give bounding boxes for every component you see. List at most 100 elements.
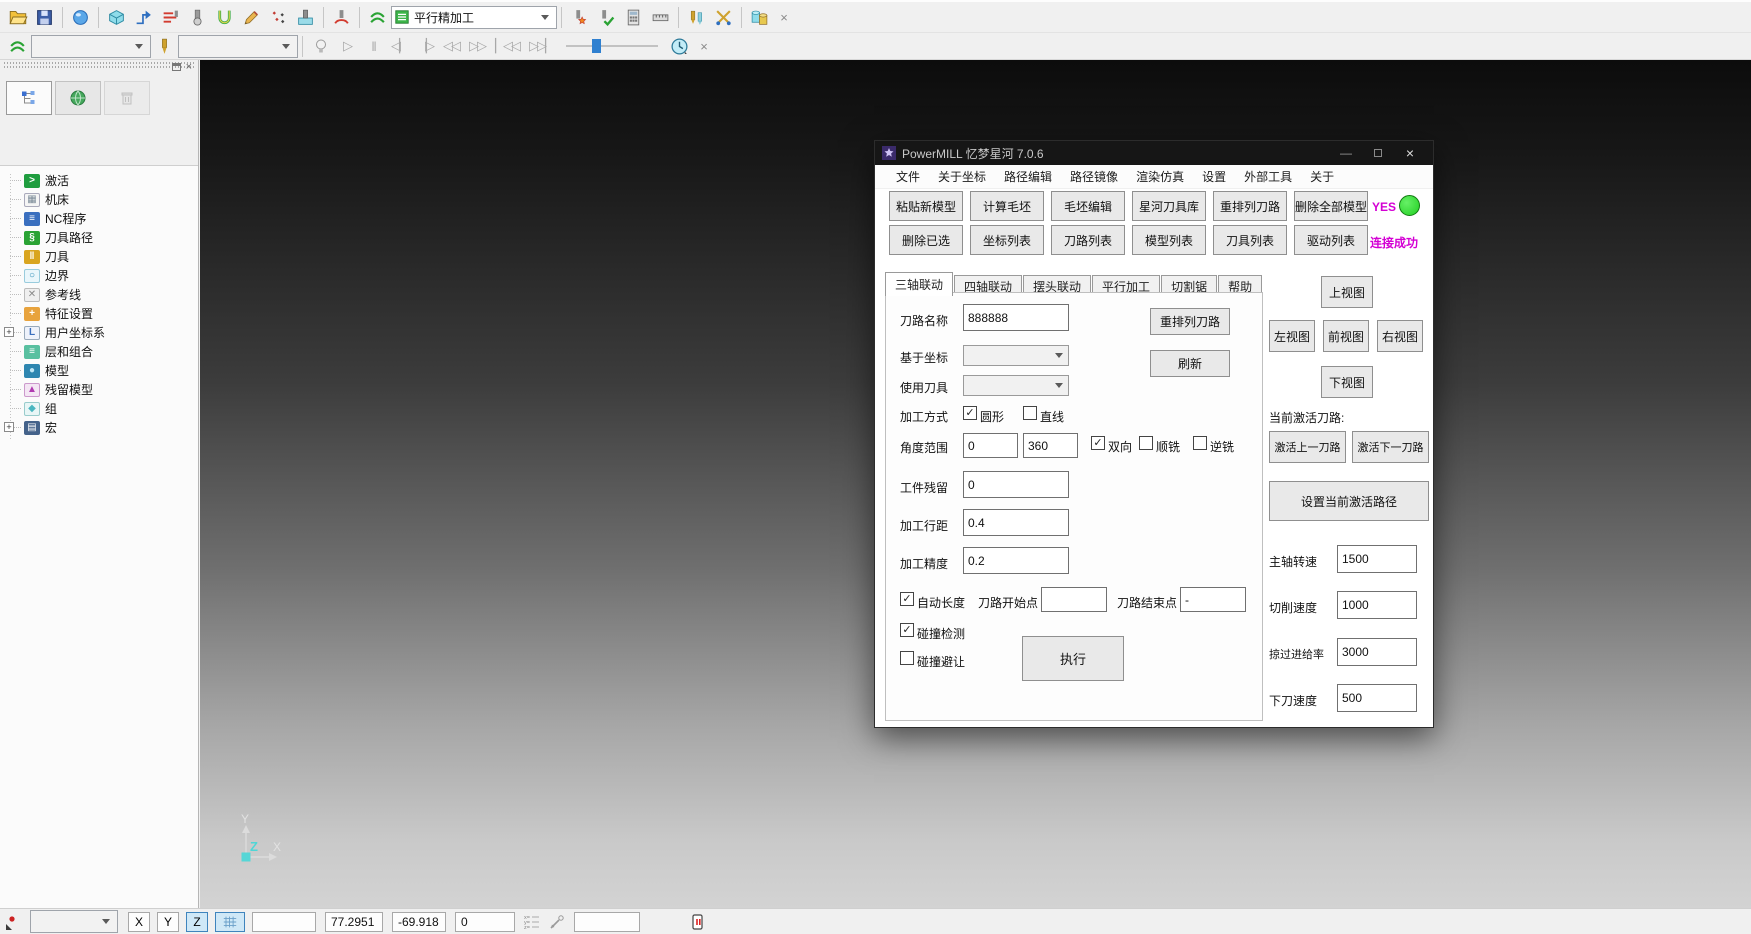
expand-toggle[interactable]: + xyxy=(4,422,14,432)
tool-combobox[interactable] xyxy=(178,35,298,58)
rewind-icon[interactable]: ◁◁ xyxy=(438,38,464,54)
use-tool-combobox[interactable] xyxy=(963,375,1069,396)
delete-all-models-button[interactable]: 删除全部模型 xyxy=(1294,191,1368,221)
stock-remain-input[interactable] xyxy=(963,471,1069,498)
tree-item-groups[interactable]: ◆组 xyxy=(0,399,198,418)
probe-pointer-icon[interactable] xyxy=(548,913,566,931)
go-to-start-icon[interactable]: ▏◁◁ xyxy=(490,38,524,54)
right-view-button[interactable]: 右视图 xyxy=(1377,320,1423,352)
workplane-combobox[interactable] xyxy=(30,910,118,933)
open-project-icon[interactable] xyxy=(4,5,31,30)
tab-explorer-globe[interactable] xyxy=(55,81,101,115)
tolerance-input[interactable] xyxy=(963,547,1069,574)
expand-toggle[interactable]: + xyxy=(4,327,14,337)
menu-render-sim[interactable]: 渲染仿真 xyxy=(1127,168,1193,185)
close-sim-toolbar-icon[interactable]: × xyxy=(693,39,715,54)
spindle-speed-input[interactable] xyxy=(1337,545,1417,573)
coord-list-button[interactable]: 坐标列表 xyxy=(970,225,1044,255)
stock-models-icon[interactable] xyxy=(746,5,773,30)
stepover-input[interactable] xyxy=(963,509,1069,536)
based-coord-combobox[interactable] xyxy=(963,345,1069,366)
bidirectional-checkbox[interactable]: ✓ xyxy=(1091,436,1105,450)
skim-feed-input[interactable] xyxy=(1337,638,1417,666)
strategy-combobox[interactable]: 平行精加工 xyxy=(391,6,557,29)
u-slot-icon[interactable] xyxy=(211,5,238,30)
tree-item-feature-sets[interactable]: +特征设置 xyxy=(0,304,198,323)
coordinate-x-field[interactable]: 77.2951 xyxy=(325,912,383,932)
cutting-feed-input[interactable] xyxy=(1337,591,1417,619)
dialog-title-bar[interactable]: PowerMILL 忆梦星河 7.0.6 — × xyxy=(875,141,1433,165)
play-icon[interactable]: ▷ xyxy=(334,38,360,54)
pause-device-icon[interactable] xyxy=(689,913,707,931)
tree-item-tools[interactable]: ‖刀具 xyxy=(0,247,198,266)
auto-length-checkbox[interactable]: ✓ xyxy=(900,592,914,606)
toolpath-name-input[interactable] xyxy=(963,304,1069,331)
minimize-button[interactable]: — xyxy=(1330,142,1362,164)
tool-list-button[interactable]: 刀具列表 xyxy=(1213,225,1287,255)
end-point-input[interactable] xyxy=(1180,587,1246,612)
left-view-button[interactable]: 左视图 xyxy=(1269,320,1315,352)
circle-checkbox[interactable]: ✓ xyxy=(963,406,977,420)
tab-explorer-trash[interactable] xyxy=(104,81,150,115)
axis-z-button[interactable]: Z xyxy=(186,912,208,932)
ballnose-tool-icon[interactable] xyxy=(184,5,211,30)
toolpath-verify-icon[interactable] xyxy=(593,5,620,30)
grid-toggle-button[interactable] xyxy=(215,912,245,932)
block-icon[interactable] xyxy=(103,5,130,30)
tree-item-toolpaths[interactable]: §刀具路径 xyxy=(0,228,198,247)
tree-item-patterns[interactable]: ✕参考线 xyxy=(0,285,198,304)
collision-avoid-checkbox[interactable] xyxy=(900,651,914,665)
menu-file[interactable]: 文件 xyxy=(887,168,929,185)
maximize-button[interactable] xyxy=(1362,142,1394,164)
measure-value-field[interactable] xyxy=(574,912,640,932)
paste-new-model-button[interactable]: 粘贴新模型 xyxy=(889,191,963,221)
tree-item-levels-sets[interactable]: ≡层和组合 xyxy=(0,342,198,361)
snap-value-field[interactable] xyxy=(252,912,316,932)
calc-stock-button[interactable]: 计算毛坯 xyxy=(970,191,1044,221)
axis-x-button[interactable]: X xyxy=(128,912,150,932)
xyz-list-icon[interactable]: x=y=z= xyxy=(524,913,540,931)
tree-item-workplanes[interactable]: +L用户坐标系 xyxy=(0,323,198,342)
clock-icon[interactable] xyxy=(666,34,693,59)
panel-grip[interactable]: × xyxy=(4,62,194,76)
coordinate-y-field[interactable]: -69.918 xyxy=(392,912,446,932)
tab-explorer-tree[interactable] xyxy=(6,81,52,115)
collision-check-icon[interactable] xyxy=(566,5,593,30)
start-point-input[interactable] xyxy=(1041,587,1107,612)
step-forward-icon[interactable]: ▕▷ xyxy=(412,38,438,54)
refresh-button[interactable]: 刷新 xyxy=(1150,350,1230,377)
rapid-moves-icon[interactable] xyxy=(157,5,184,30)
model-list-button[interactable]: 模型列表 xyxy=(1132,225,1206,255)
bottom-view-button[interactable]: 下视图 xyxy=(1321,366,1373,398)
menu-path-edit[interactable]: 路径编辑 xyxy=(995,168,1061,185)
calculator-icon[interactable] xyxy=(620,5,647,30)
drive-list-button[interactable]: 驱动列表 xyxy=(1294,225,1368,255)
transform-cut-icon[interactable] xyxy=(710,5,737,30)
tree-item-machine-tool[interactable]: ▦机床 xyxy=(0,190,198,209)
delete-selected-button[interactable]: 删除已选 xyxy=(889,225,963,255)
angle-from-input[interactable] xyxy=(963,433,1018,458)
collision-check-checkbox[interactable]: ✓ xyxy=(900,623,914,637)
top-view-button[interactable]: 上视图 xyxy=(1321,276,1373,308)
execute-button[interactable]: 执行 xyxy=(1022,636,1124,681)
close-panel-icon[interactable]: × xyxy=(186,62,192,72)
float-panel-icon[interactable] xyxy=(172,63,181,71)
menu-external-tools[interactable]: 外部工具 xyxy=(1235,168,1301,185)
activate-prev-toolpath-button[interactable]: 激活上一刀路 xyxy=(1269,431,1346,463)
menu-about[interactable]: 关于 xyxy=(1301,168,1343,185)
pause-icon[interactable]: ‖ xyxy=(360,39,386,54)
step-back-icon[interactable]: ◁▏ xyxy=(386,38,412,54)
rearrange-toolpaths-button[interactable]: 重排列刀路 xyxy=(1150,308,1230,335)
tool-pair-icon[interactable] xyxy=(683,5,710,30)
coordinate-z-field[interactable]: 0 xyxy=(455,912,515,932)
menu-coords[interactable]: 关于坐标 xyxy=(929,168,995,185)
tree-item-nc-programs[interactable]: ≡NC程序 xyxy=(0,209,198,228)
angle-to-input[interactable] xyxy=(1023,433,1078,458)
toolpath-list-button[interactable]: 刀路列表 xyxy=(1051,225,1125,255)
tool-library-button[interactable]: 星河刀具库 xyxy=(1132,191,1206,221)
pattern-draw-icon[interactable] xyxy=(238,5,265,30)
tab-3axis[interactable]: 三轴联动 xyxy=(885,272,953,296)
points-icon[interactable] xyxy=(265,5,292,30)
climb-checkbox[interactable] xyxy=(1139,436,1153,450)
tree-item-boundaries[interactable]: ○边界 xyxy=(0,266,198,285)
